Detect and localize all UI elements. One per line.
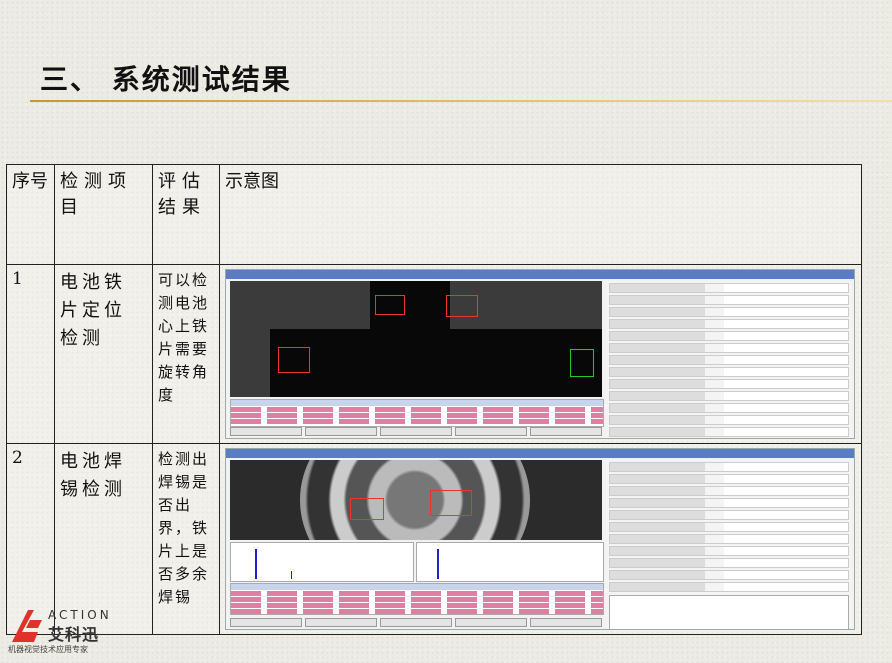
battery-plate-positioning-screenshot bbox=[225, 269, 855, 439]
header-result: 评估结果 bbox=[152, 164, 220, 265]
results-table: 序号 检测项目 评估结果 示意图 1 电池铁片定位检测 可以检测电池心上铁片需要… bbox=[6, 164, 862, 635]
row-image-cell bbox=[219, 443, 862, 635]
detection-roi-box bbox=[278, 347, 310, 373]
header-num: 序号 bbox=[6, 164, 55, 265]
row-result: 可以检测电池心上铁片需要旋转角度 bbox=[152, 264, 220, 444]
logo-brand-cn: 艾科迅 bbox=[48, 625, 100, 644]
results-grid bbox=[230, 399, 604, 427]
toolbar-buttons bbox=[230, 427, 602, 436]
camera-view bbox=[230, 460, 602, 540]
header-image: 示意图 bbox=[219, 164, 862, 265]
slide-title: 三、 系统测试结果 bbox=[40, 63, 292, 96]
battery-solder-inspection-screenshot bbox=[225, 448, 855, 630]
detection-roi-box bbox=[350, 498, 384, 520]
window-titlebar bbox=[226, 270, 854, 279]
detection-roi-box bbox=[446, 295, 478, 317]
company-logo: ACTION 艾科迅 机器视觉技术应用专家 bbox=[8, 604, 148, 660]
histogram-chart bbox=[416, 542, 604, 582]
table-header-row: 序号 检测项目 评估结果 示意图 bbox=[6, 164, 862, 265]
logo-mark-icon bbox=[12, 610, 42, 642]
logo-brand-en: ACTION bbox=[48, 608, 112, 622]
results-grid bbox=[230, 583, 604, 615]
camera-view bbox=[230, 281, 602, 397]
detection-roi-box bbox=[570, 349, 594, 377]
header-item: 检测项目 bbox=[54, 164, 153, 265]
title-divider bbox=[30, 100, 892, 102]
window-titlebar bbox=[226, 449, 854, 458]
histogram-chart bbox=[230, 542, 414, 582]
row-image-cell bbox=[219, 264, 862, 444]
parameter-panel bbox=[606, 460, 852, 629]
row-num: 1 bbox=[6, 264, 55, 444]
logo-tagline: 机器视觉技术应用专家 bbox=[8, 645, 88, 654]
detection-roi-box bbox=[430, 490, 472, 516]
row-result: 检测出焊锡是否出界，铁片上是否多余焊锡 bbox=[152, 443, 220, 635]
detection-roi-box bbox=[375, 295, 405, 315]
toolbar-buttons bbox=[230, 618, 602, 627]
table-row: 1 电池铁片定位检测 可以检测电池心上铁片需要旋转角度 bbox=[6, 264, 862, 444]
row-item: 电池铁片定位检测 bbox=[54, 264, 153, 444]
parameter-panel bbox=[606, 281, 852, 437]
